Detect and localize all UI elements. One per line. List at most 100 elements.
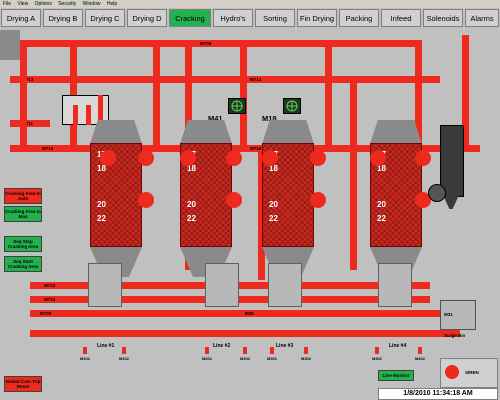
dust-collector-cone (443, 195, 459, 209)
dryer-number: 22 (269, 214, 278, 223)
tab-drying-a[interactable]: Drying A (1, 9, 41, 27)
motor-label: M102 (119, 356, 130, 361)
damper-valve[interactable] (180, 150, 196, 166)
siren-panel: SIREN (440, 358, 498, 388)
tab-fin-drying[interactable]: Fin Drying (297, 9, 337, 27)
cooler-2[interactable] (205, 263, 239, 307)
surge-bin-label: Surge Bin (444, 333, 466, 338)
motor-label: M101 (80, 356, 91, 361)
dryer-hood (180, 120, 232, 144)
dryer-hood (262, 120, 314, 144)
tab-drying-b[interactable]: Drying B (43, 9, 83, 27)
tab-infeed[interactable]: Infeed (381, 9, 421, 27)
dryer-number: 22 (377, 214, 386, 223)
pipe-label-m706: M706 (200, 41, 212, 46)
dryer-hood (90, 120, 142, 144)
motor-m301[interactable] (270, 347, 274, 354)
tab-packing[interactable]: Packing (339, 9, 379, 27)
fan-m41-icon[interactable] (228, 98, 246, 114)
damper-valve[interactable] (262, 150, 278, 166)
tab-hydros[interactable]: Hydro's (213, 9, 253, 27)
global-reset-button[interactable]: Global Com Trip Reset (4, 376, 42, 392)
feed-chute (73, 105, 78, 125)
blower-motor-icon[interactable] (428, 184, 446, 202)
tab-sorting[interactable]: Sorting (255, 9, 295, 27)
pipe-vertical (153, 40, 160, 150)
tab-solenoids[interactable]: Solenoids (423, 9, 463, 27)
pipe-vertical (325, 40, 332, 150)
damper-valve[interactable] (226, 192, 242, 208)
tab-drying-c[interactable]: Drying C (85, 9, 125, 27)
pipe-vertical (20, 40, 27, 150)
motor-m402[interactable] (418, 347, 422, 354)
dryer-number: 22 (187, 214, 196, 223)
motor-m302[interactable] (304, 347, 308, 354)
pipe-m706 (20, 40, 420, 47)
seq-start-button[interactable]: Seq Start Cracking Area (4, 256, 42, 272)
pipe-label-m723: M723 (44, 283, 56, 288)
dryer-hood (370, 120, 422, 144)
pipe-label-m725: M725 (40, 311, 52, 316)
timestamp: 1/8/2010 11:34:18 AM (378, 388, 498, 400)
seq-stop-button[interactable]: Seq Stop Cracking Area (4, 236, 42, 252)
damper-valve[interactable] (310, 150, 326, 166)
cooler-1[interactable] (88, 263, 122, 307)
motor-m102[interactable] (122, 347, 126, 354)
menu-help[interactable]: Help (107, 1, 117, 7)
cooler-3[interactable] (268, 263, 302, 307)
dryer-number: 20 (187, 200, 196, 209)
tab-alarms[interactable]: Alarms (465, 9, 499, 27)
damper-valve[interactable] (370, 150, 386, 166)
tab-drying-d[interactable]: Drying D (127, 9, 167, 27)
motor-m202[interactable] (243, 347, 247, 354)
motor-label: M402 (415, 356, 426, 361)
dryer-number: 20 (269, 200, 278, 209)
line-label-3: Line #3 (276, 343, 294, 349)
line-monitor-button[interactable]: Line Monitor (378, 370, 414, 381)
dryer-number: 22 (97, 214, 106, 223)
pipe-label-m715: M715 (42, 146, 54, 151)
menu-security[interactable]: Security (58, 1, 76, 7)
motor-m101[interactable] (83, 347, 87, 354)
pipe-vertical (240, 40, 247, 150)
line-label-2: Line #2 (213, 343, 231, 349)
pipe-label-m724: M724 (44, 297, 56, 302)
cooler-4[interactable] (378, 263, 412, 307)
line-label-1: Line #1 (97, 343, 115, 349)
pipe-bottom (30, 330, 460, 337)
pipe-vertical (350, 80, 357, 270)
fan-m18-icon[interactable] (283, 98, 301, 114)
tab-cracking[interactable]: Cracking (169, 9, 211, 27)
motor-label: M201 (202, 356, 213, 361)
cracking-auto-button[interactable]: Cracking Area to Auto (4, 188, 42, 204)
damper-valve[interactable] (226, 150, 242, 166)
siren-label: SIREN (465, 370, 479, 375)
motor-label: M302 (301, 356, 312, 361)
cracker-dryer-1[interactable]: 17 18 20 22 (90, 143, 142, 247)
siren-icon[interactable] (445, 365, 459, 379)
line-label-4: Line #4 (389, 343, 407, 349)
damper-valve[interactable] (100, 150, 116, 166)
motor-label: M401 (372, 356, 383, 361)
menu-file[interactable]: File (3, 1, 11, 7)
motor-label: M301 (267, 356, 278, 361)
motor-m401[interactable] (375, 347, 379, 354)
inlet-duct (0, 30, 20, 60)
damper-valve[interactable] (415, 150, 431, 166)
menu-window[interactable]: Window (83, 1, 101, 7)
pipe-label-m714: M714 (250, 77, 262, 82)
dryer-number: 20 (97, 200, 106, 209)
pipe-label-m31: M31 (444, 312, 453, 317)
dryer-number: 20 (377, 200, 386, 209)
damper-valve[interactable] (138, 192, 154, 208)
cracking-man-button[interactable]: Cracking Area to Man (4, 206, 42, 222)
motor-m201[interactable] (205, 347, 209, 354)
feed-chute (86, 105, 91, 125)
tab-bar: Drying A Drying B Drying C Drying D Crac… (0, 8, 500, 29)
menu-view[interactable]: View (17, 1, 28, 7)
menu-options[interactable]: Options (35, 1, 52, 7)
pipe-label-m36: M36 (245, 311, 254, 316)
damper-valve[interactable] (138, 150, 154, 166)
damper-valve[interactable] (310, 192, 326, 208)
motor-label: M202 (240, 356, 251, 361)
